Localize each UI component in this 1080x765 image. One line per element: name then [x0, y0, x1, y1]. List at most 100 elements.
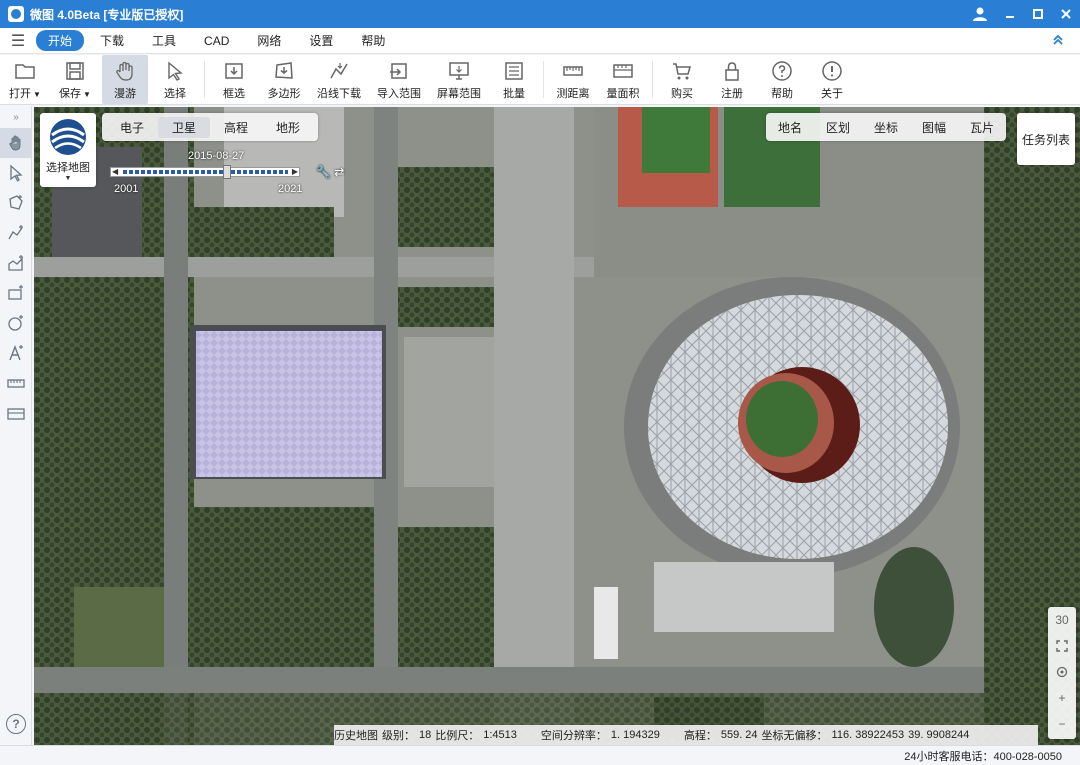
layer-tabs: 电子 卫星 高程 地形: [102, 113, 318, 141]
box-select-label: 框选: [223, 88, 245, 100]
tab-tiles[interactable]: 瓦片: [958, 119, 1006, 136]
map-view[interactable]: 选择地图 ▼ 电子 卫星 高程 地形 2015-08-27 ◀ ▶ 2001 2…: [34, 107, 1080, 745]
select-button[interactable]: 选择: [152, 55, 198, 104]
draw-line-icon[interactable]: [0, 218, 32, 248]
screen-range-button[interactable]: 屏幕范围: [431, 55, 487, 104]
menu-download[interactable]: 下载: [88, 30, 136, 51]
collapse-ribbon-icon[interactable]: [1052, 33, 1064, 49]
hand-icon: [114, 60, 136, 82]
menu-cad[interactable]: CAD: [192, 32, 241, 50]
draw-rectangle-icon[interactable]: [0, 278, 32, 308]
box-select-button[interactable]: 框选: [211, 55, 257, 104]
about-button[interactable]: 关于: [809, 55, 855, 104]
scale-label: 比例尺：: [435, 730, 480, 742]
tab-coordinates[interactable]: 坐标: [862, 119, 910, 136]
help-button[interactable]: 帮助: [759, 55, 805, 104]
batch-icon: [503, 60, 525, 82]
draw-area-icon[interactable]: [0, 248, 32, 278]
caret-down-icon: ▼: [83, 90, 91, 99]
timeline-slider[interactable]: ◀ ▶: [110, 165, 300, 179]
expand-panel-icon[interactable]: »: [0, 106, 32, 128]
tab-sheet[interactable]: 图幅: [910, 119, 958, 136]
close-icon[interactable]: [1052, 0, 1080, 28]
help-circle-icon[interactable]: ?: [6, 714, 26, 734]
3d-view-button[interactable]: 30: [1048, 607, 1076, 633]
history-timeline: 2015-08-27 ◀ ▶ 2001 2021 🔧 ⇄: [106, 149, 346, 197]
satellite-imagery: [34, 107, 1080, 745]
buy-button[interactable]: 购买: [659, 55, 705, 104]
batch-button[interactable]: 批量: [491, 55, 537, 104]
tab-electronic[interactable]: 电子: [106, 117, 158, 138]
overlay-tabs: 地名 区划 坐标 图幅 瓦片: [766, 113, 1006, 141]
folder-icon: [14, 60, 36, 82]
measure-area-icon[interactable]: [0, 398, 32, 428]
maximize-icon[interactable]: [1024, 0, 1052, 28]
minimize-icon[interactable]: [996, 0, 1024, 28]
map-source-selector[interactable]: 选择地图 ▼: [40, 113, 96, 187]
window-controls: [964, 0, 1080, 28]
select-arrow-icon[interactable]: [0, 158, 32, 188]
draw-polygon-icon[interactable]: [0, 188, 32, 218]
task-list-button[interactable]: 任务列表: [1017, 113, 1075, 165]
save-button[interactable]: 保存 ▼: [52, 55, 98, 104]
tab-terrain[interactable]: 地形: [262, 117, 314, 138]
tab-divisions[interactable]: 区划: [814, 119, 862, 136]
save-label: 保存: [59, 88, 82, 100]
coord-label: 坐标无偏移：: [761, 730, 828, 742]
polyline-icon: [328, 60, 350, 82]
timeline-start-year: 2001: [114, 183, 139, 195]
timeline-thumb[interactable]: [223, 165, 231, 179]
draw-circle-icon[interactable]: [0, 308, 32, 338]
open-button[interactable]: 打开 ▼: [2, 55, 48, 104]
menu-start[interactable]: 开始: [36, 30, 85, 51]
polygon-label: 多边形: [267, 88, 301, 100]
menu-tools[interactable]: 工具: [140, 30, 188, 51]
user-icon[interactable]: [964, 0, 996, 28]
menu-settings[interactable]: 设置: [297, 30, 345, 51]
timeline-prev-icon[interactable]: ◀: [112, 167, 118, 176]
window-title: 微图 4.0Beta [专业版已授权]: [30, 7, 184, 22]
zoom-controls: 30 + −: [1048, 607, 1076, 739]
bottom-status-bar: 24小时客服电话：400-028-0050: [0, 745, 1080, 765]
open-label: 打开: [9, 88, 32, 100]
history-map-label[interactable]: 历史地图: [334, 727, 378, 743]
tab-satellite[interactable]: 卫星: [158, 116, 210, 138]
register-button[interactable]: 注册: [709, 55, 755, 104]
lock-icon: [721, 60, 743, 82]
add-text-icon[interactable]: [0, 338, 32, 368]
hamburger-menu-icon[interactable]: ☰: [0, 31, 36, 51]
register-label: 注册: [721, 88, 743, 100]
menu-network[interactable]: 网络: [245, 30, 293, 51]
zoom-in-button[interactable]: +: [1048, 685, 1076, 711]
measure-distance-button[interactable]: 测距离: [550, 55, 596, 104]
timeline-tools: 🔧 ⇄: [316, 165, 344, 179]
pan-button[interactable]: 漫游: [102, 55, 148, 104]
tab-place-names[interactable]: 地名: [766, 119, 814, 136]
swap-icon[interactable]: ⇄: [334, 165, 344, 179]
tab-elevation[interactable]: 高程: [210, 117, 262, 138]
measure-ruler-icon[interactable]: [0, 368, 32, 398]
title-bar: 微图 4.0Beta [专业版已授权]: [0, 0, 1080, 28]
fullscreen-icon[interactable]: [1048, 633, 1076, 659]
polygon-download-icon: [273, 60, 295, 82]
info-circle-icon: [821, 60, 843, 82]
import-range-label: 导入范围: [377, 88, 421, 100]
globe-icon: [50, 119, 86, 155]
help-label: 帮助: [771, 88, 793, 100]
measure-area-button[interactable]: 量面积: [600, 55, 646, 104]
import-range-button[interactable]: 导入范围: [371, 55, 427, 104]
zoom-out-button[interactable]: −: [1048, 711, 1076, 737]
line-download-label: 沿线下载: [317, 88, 361, 100]
locate-icon[interactable]: [1048, 659, 1076, 685]
pan-label: 漫游: [114, 88, 136, 100]
pan-hand-icon[interactable]: [0, 128, 32, 158]
monitor-icon: [448, 60, 470, 82]
resolution-label: 空间分辨率：: [540, 730, 607, 742]
timeline-next-icon[interactable]: ▶: [292, 167, 298, 176]
wrench-icon[interactable]: 🔧: [316, 165, 331, 179]
menu-help[interactable]: 帮助: [349, 30, 397, 51]
line-download-button[interactable]: 沿线下载: [311, 55, 367, 104]
ruler-icon: [562, 60, 584, 82]
map-selector-label: 选择地图: [46, 162, 90, 174]
polygon-button[interactable]: 多边形: [261, 55, 307, 104]
